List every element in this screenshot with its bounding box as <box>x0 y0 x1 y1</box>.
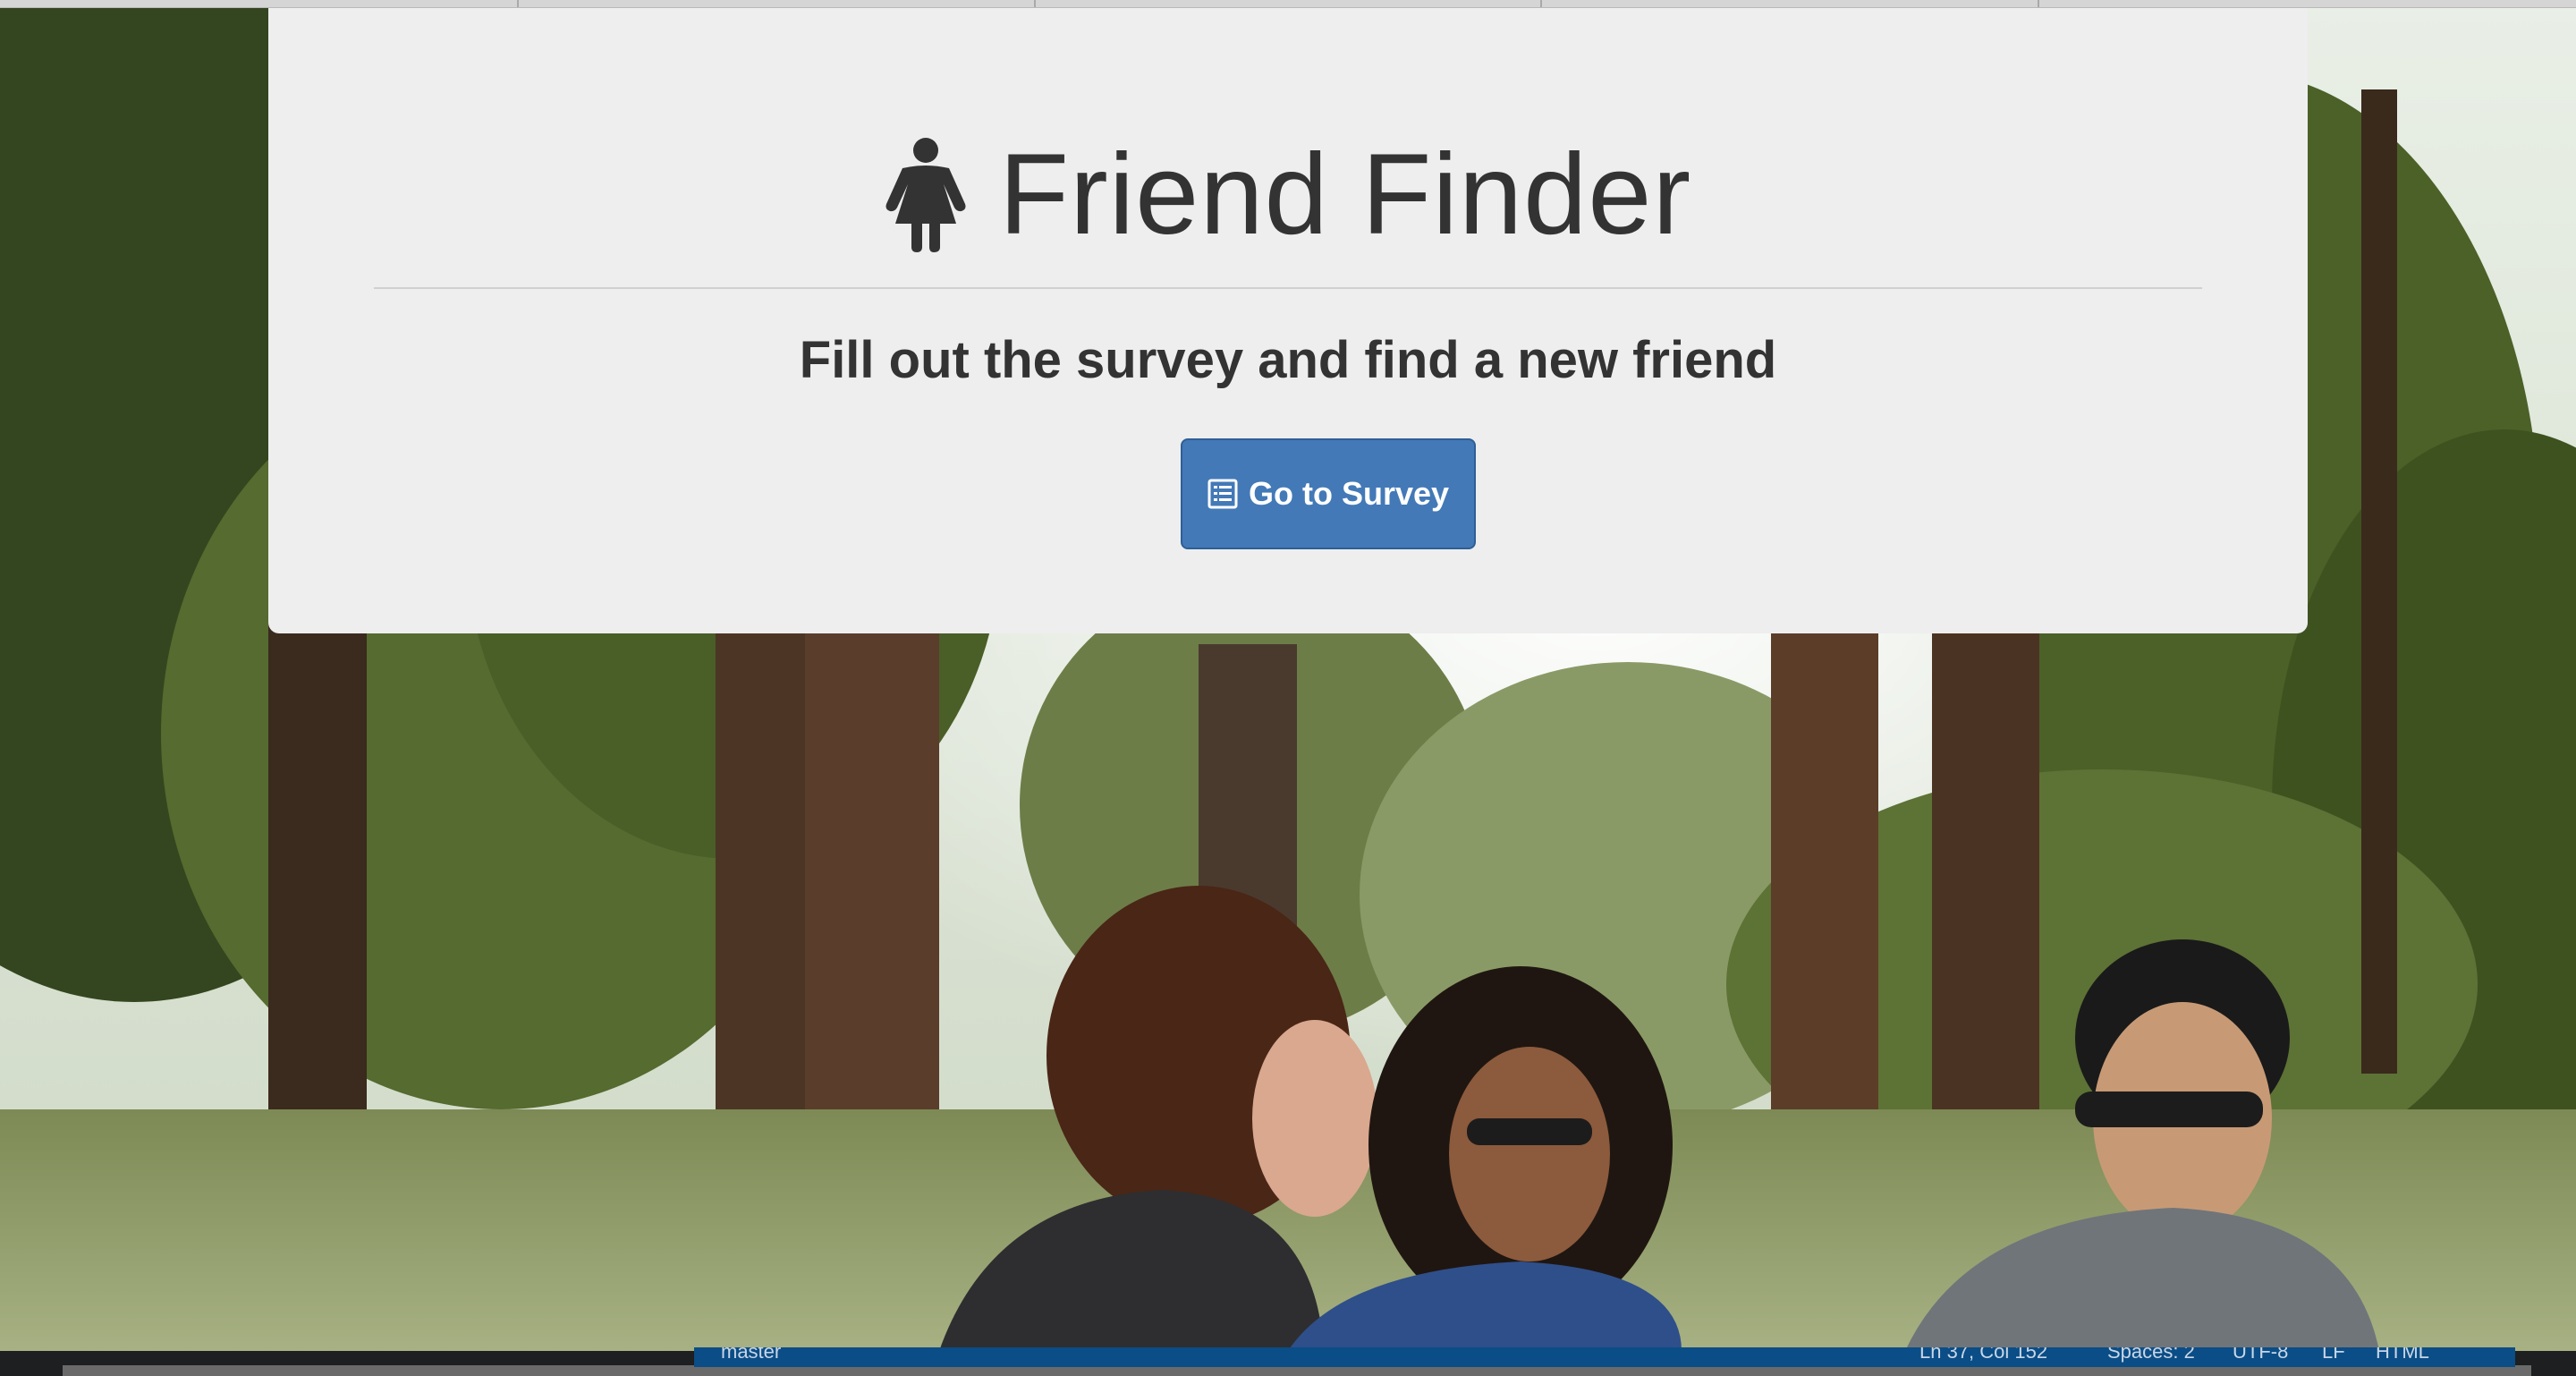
tab-divider <box>1540 0 1542 7</box>
status-encoding[interactable]: UTF-8 <box>2233 1347 2288 1363</box>
female-icon <box>886 138 966 252</box>
tab-divider <box>517 0 519 7</box>
jumbotron: Friend Finder Fill out the survey and fi… <box>268 7 2308 633</box>
list-alt-icon <box>1208 479 1238 509</box>
status-cursor[interactable]: Ln 37, Col 152 <box>1919 1347 2047 1363</box>
tab-divider <box>1034 0 1036 7</box>
page-title: Friend Finder <box>998 131 1692 259</box>
title-row: Friend Finder <box>268 123 2308 267</box>
go-to-survey-label: Go to Survey <box>1248 475 1450 512</box>
browser-tab-strip <box>0 0 2576 8</box>
status-spaces[interactable]: Spaces: 2 <box>2107 1347 2195 1363</box>
subtitle: Fill out the survey and find a new frien… <box>799 331 1777 389</box>
tab-divider <box>2038 0 2039 7</box>
status-eol[interactable]: LF <box>2322 1347 2345 1363</box>
status-branch[interactable]: master <box>721 1347 781 1363</box>
status-language[interactable]: HTML <box>2376 1347 2429 1363</box>
editor-status-bar: master Ln 37, Col 152 Spaces: 2 UTF-8 LF… <box>694 1347 2515 1367</box>
go-to-survey-button[interactable]: Go to Survey <box>1181 438 1476 549</box>
divider <box>374 287 2202 289</box>
